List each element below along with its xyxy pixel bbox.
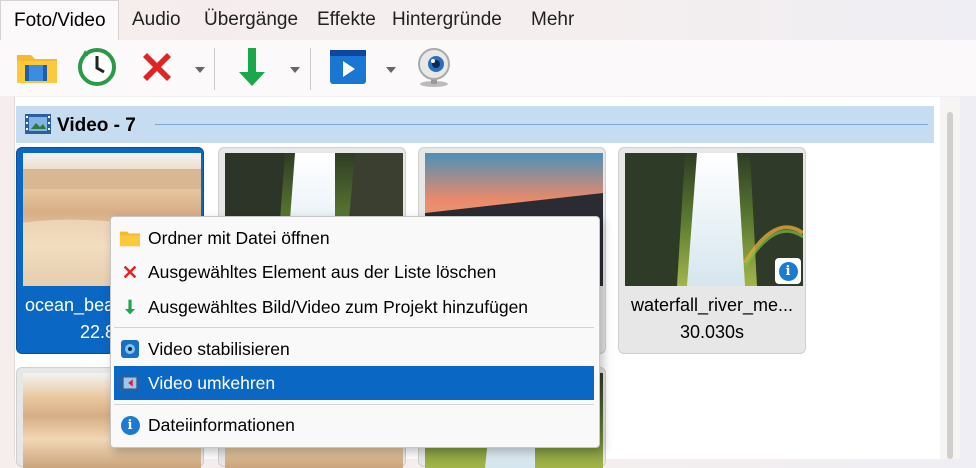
menu-item-file-info[interactable]: i Dateiinformationen [114,408,594,442]
chevron-down-icon [290,60,300,78]
add-arrow-down-icon [234,46,270,93]
menu-item-label: Ordner mit Datei öffnen [148,228,330,248]
toolbar-separator [310,48,311,90]
file-duration: 30.030s [679,322,745,342]
menu-item-reverse-video[interactable]: Video umkehren [114,366,594,400]
scrollbar-thumb[interactable] [947,112,953,459]
folder-film-icon [15,49,59,90]
stabilize-icon [120,339,140,359]
tab-uebergaenge[interactable]: Übergänge [204,9,298,31]
menu-item-stabilize[interactable]: Video stabilisieren [114,332,594,366]
info-icon: i [778,261,798,281]
play-video-button[interactable] [325,48,371,90]
webcam-button[interactable] [411,46,457,93]
menu-item-label: Dateiinformationen [148,415,295,435]
group-title: Video - 7 [57,115,136,136]
play-video-icon [328,48,368,91]
webcam-icon [412,46,456,93]
tab-effekte[interactable]: Effekte [317,9,376,31]
info-icon: i [120,415,140,435]
delete-dropdown[interactable] [193,64,207,74]
file-name: waterfall_river_me... [630,295,794,315]
tab-bar: Foto/Video Audio Übergänge Effekte Hinte… [0,0,976,40]
info-badge[interactable]: i [775,258,801,284]
delete-x-icon [137,47,177,92]
menu-item-label: Ausgewähltes Element aus der Liste lösch… [148,262,497,282]
chevron-down-icon [386,60,396,78]
reverse-video-icon [120,373,140,393]
add-to-project-button[interactable] [229,46,275,93]
chevron-down-icon [195,60,205,78]
arrow-down-icon [120,297,140,317]
add-dropdown[interactable] [288,64,302,74]
toolbar-separator [214,48,215,90]
media-tile[interactable]: i waterfall_river_me... 30.030s [618,147,806,354]
film-icon [25,114,51,139]
menu-item-delete[interactable]: Ausgewähltes Element aus der Liste lösch… [114,255,594,289]
add-folder-button[interactable] [14,48,60,90]
menu-item-add-to-project[interactable]: Ausgewähltes Bild/Video zum Projekt hinz… [114,290,594,324]
tab-audio[interactable]: Audio [132,9,181,31]
menu-item-open-folder[interactable]: Ordner mit Datei öffnen [114,221,594,255]
menu-item-label: Ausgewähltes Bild/Video zum Projekt hinz… [148,297,529,317]
tab-foto-video[interactable]: Foto/Video [0,0,119,40]
group-divider [155,124,928,125]
delete-x-icon [120,262,140,282]
context-menu: Ordner mit Datei öffnen Ausgewähltes Ele… [110,216,600,448]
menu-separator [114,404,594,405]
menu-separator [114,327,594,328]
menu-item-label: Video umkehren [148,373,276,393]
recent-button[interactable] [74,46,120,93]
clock-icon [76,46,118,93]
delete-button[interactable] [134,48,180,90]
tab-hintergruende[interactable]: Hintergründe [392,9,502,31]
menu-item-label: Video stabilisieren [148,339,290,359]
tab-mehr[interactable]: Mehr [531,9,574,31]
video-dropdown[interactable] [384,64,398,74]
folder-icon [120,228,140,248]
